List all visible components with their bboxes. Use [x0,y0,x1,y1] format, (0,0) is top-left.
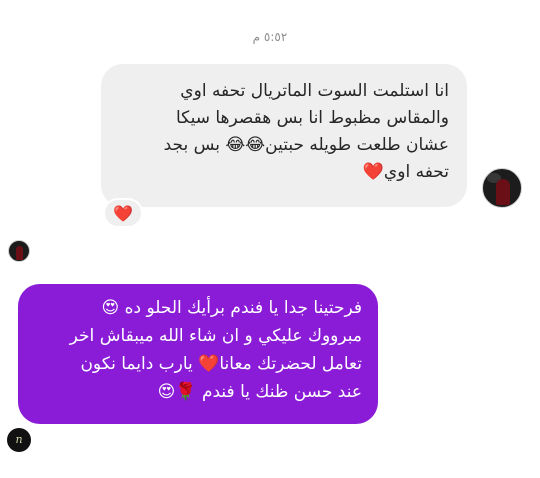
sent-message-line-2: مبرووك عليكي و ان شاء الله ميبقاش اخر [69,326,362,346]
heart-icon: ❤️ [113,203,133,223]
received-message-line-4: تحفه اوي❤️ [362,162,449,182]
avatar-figure-icon [496,179,510,205]
heart-reaction-badge[interactable]: ❤️ [103,198,143,228]
message-timestamp: ٥:٥٢ م [252,30,288,44]
received-message-bubble[interactable]: انا استلمت السوت الماتريال تحفه اوي والم… [101,64,467,207]
sent-message-line-3: تعامل لحضرتك معانا❤️ يارب دايما نكون [80,354,362,374]
sent-message-line-1: فرحتينا جدا يا فندم برأيك الحلو ده 😍 [101,298,362,318]
sender-avatar[interactable] [482,168,522,208]
brand-avatar[interactable]: n [7,428,31,452]
brand-logo-icon: n [15,433,23,446]
avatar-figure-icon [16,246,23,260]
received-message-line-2: والمقاس مظبوط انا بس هقصرها سيكا [176,108,449,128]
received-message-line-3: عشان طلعت طويله حبتين😂😂 بس بجد [163,135,449,155]
sent-message-bubble[interactable]: فرحتينا جدا يا فندم برأيك الحلو ده 😍 مبر… [18,284,378,424]
sent-message-line-4: عند حسن ظنك يا فندم 🌹😍 [157,382,362,402]
seen-by-avatar [8,240,30,262]
received-message-line-1: انا استلمت السوت الماتريال تحفه اوي [180,81,449,101]
